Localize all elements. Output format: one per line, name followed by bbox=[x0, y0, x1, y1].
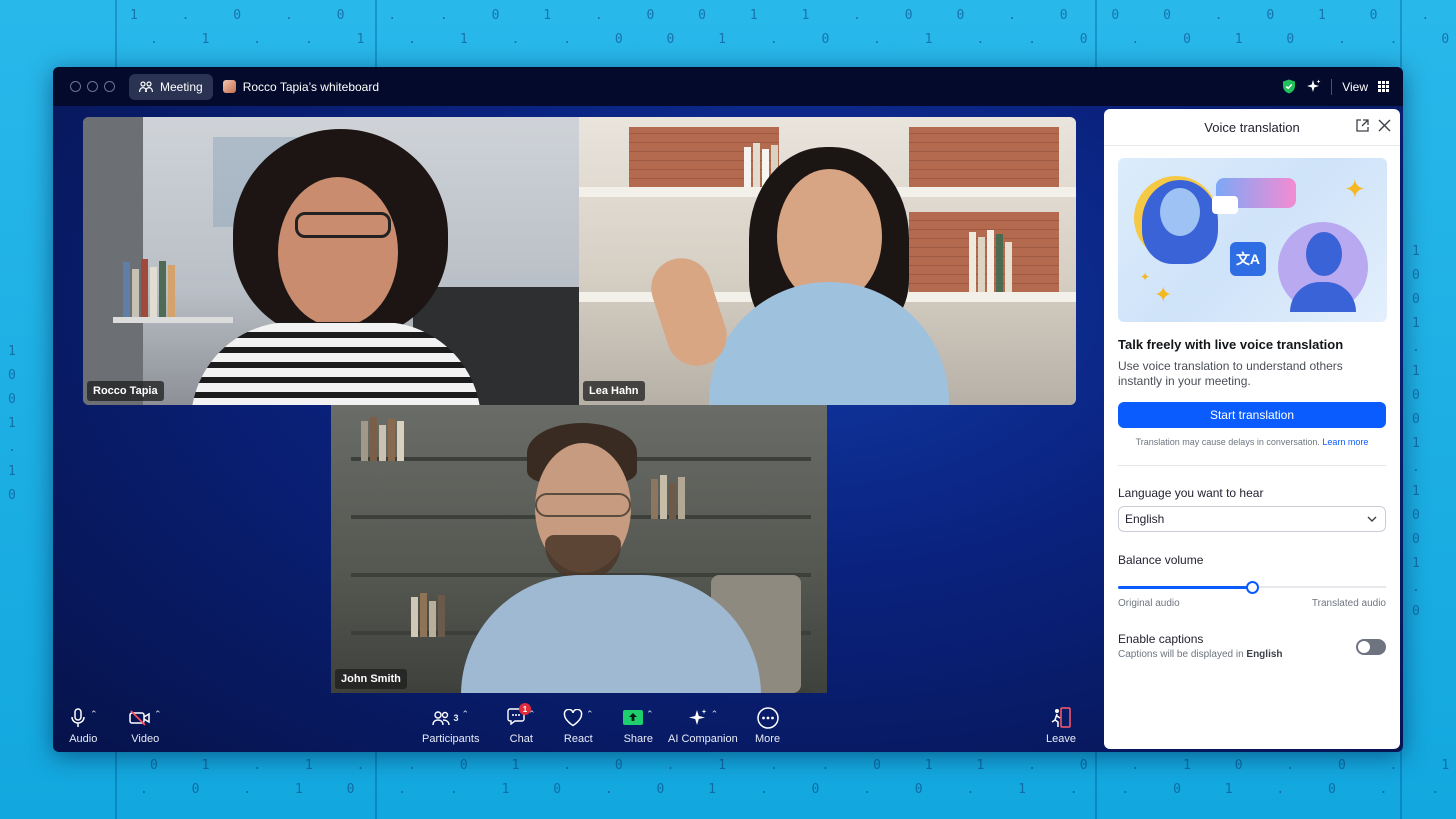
video-label: Video bbox=[131, 733, 160, 745]
close-icon[interactable] bbox=[1378, 119, 1391, 132]
meeting-tab[interactable]: Meeting bbox=[129, 73, 213, 100]
panel-title: Voice translation bbox=[1204, 119, 1300, 135]
language-label: Language you want to hear bbox=[1118, 486, 1264, 500]
grid-view-icon[interactable] bbox=[1378, 81, 1389, 92]
chat-button[interactable]: 1 ⌃ Chat bbox=[507, 703, 536, 745]
video-button[interactable]: ⌃ Video bbox=[129, 707, 162, 745]
language-select-value: English bbox=[1125, 512, 1165, 526]
whiteboard-owner-avatar bbox=[222, 80, 236, 93]
audio-label: Audio bbox=[69, 733, 98, 745]
share-options-chevron-icon[interactable]: ⌃ bbox=[646, 709, 654, 720]
voice-translation-illustration: 文A ✦ ✦ ✦ bbox=[1118, 158, 1387, 322]
start-translation-button[interactable]: Start translation bbox=[1118, 402, 1386, 428]
heart-icon bbox=[563, 709, 583, 727]
more-label: More bbox=[755, 733, 781, 745]
learn-more-link[interactable]: Learn more bbox=[1322, 437, 1368, 447]
share-button[interactable]: ⌃ Share bbox=[623, 707, 654, 745]
title-bar: Meeting Rocco Tapia’s whiteboard View bbox=[53, 67, 1403, 106]
slider-fill bbox=[1118, 586, 1252, 589]
close-window-button[interactable] bbox=[70, 81, 81, 92]
translation-note-text: Translation may cause delays in conversa… bbox=[1135, 437, 1320, 447]
ai-companion-sparkle-icon bbox=[688, 709, 707, 725]
leave-label: Leave bbox=[1046, 733, 1076, 745]
captions-language: English bbox=[1246, 649, 1283, 660]
more-options-icon bbox=[756, 707, 779, 729]
maximize-window-button[interactable] bbox=[104, 81, 115, 92]
video-tile-rocco-tapia[interactable]: Rocco Tapia bbox=[83, 117, 579, 405]
translation-note: Translation may cause delays in conversa… bbox=[1118, 437, 1386, 447]
chat-unread-badge: 1 bbox=[519, 703, 531, 715]
participants-options-chevron-icon[interactable]: ⌃ bbox=[461, 709, 469, 720]
whiteboard-tab[interactable]: Rocco Tapia’s whiteboard bbox=[222, 79, 380, 94]
participant-name-label: John Smith bbox=[335, 669, 407, 689]
meeting-window: Meeting Rocco Tapia’s whiteboard View Ro… bbox=[53, 67, 1403, 752]
video-options-chevron-icon[interactable]: ⌃ bbox=[154, 709, 162, 720]
audio-options-chevron-icon[interactable]: ⌃ bbox=[90, 709, 98, 720]
ai-companion-label: AI Companion bbox=[668, 733, 738, 745]
participant-name-label: Rocco Tapia bbox=[87, 381, 164, 401]
voice-translation-panel: Voice translation 文A ✦ ✦ ✦ Talk freely w… bbox=[1104, 109, 1400, 749]
divider bbox=[1118, 465, 1386, 466]
original-audio-label: Original audio bbox=[1118, 598, 1180, 609]
react-label: React bbox=[563, 733, 593, 745]
window-controls bbox=[70, 81, 115, 92]
security-shield-icon[interactable] bbox=[1282, 79, 1296, 94]
chat-label: Chat bbox=[509, 733, 533, 745]
participants-label: Participants bbox=[422, 733, 480, 745]
meeting-icon bbox=[139, 80, 153, 92]
language-select[interactable]: English bbox=[1118, 506, 1386, 532]
participants-button[interactable]: 3 ⌃ Participants bbox=[422, 707, 480, 746]
captions-label: Enable captions bbox=[1118, 632, 1204, 646]
participant-name-label: Lea Hahn bbox=[583, 381, 645, 401]
chevron-down-icon bbox=[1367, 516, 1377, 522]
video-tile-john-smith[interactable]: John Smith bbox=[331, 405, 827, 693]
whiteboard-tab-label: Rocco Tapia’s whiteboard bbox=[242, 79, 380, 94]
minimize-window-button[interactable] bbox=[87, 81, 98, 92]
meeting-tab-label: Meeting bbox=[160, 79, 203, 94]
captions-description-text: Captions will be displayed in bbox=[1118, 649, 1244, 660]
more-button[interactable]: More bbox=[755, 707, 780, 745]
panel-description: Use voice translation to understand othe… bbox=[1118, 359, 1343, 388]
translated-audio-label: Translated audio bbox=[1311, 598, 1386, 609]
participants-count: 3 bbox=[453, 713, 459, 723]
panel-heading: Talk freely with live voice translation bbox=[1118, 337, 1344, 352]
share-label: Share bbox=[623, 733, 653, 745]
react-button[interactable]: ⌃ React bbox=[563, 707, 594, 745]
balance-volume-slider[interactable] bbox=[1118, 581, 1386, 594]
leave-door-icon bbox=[1051, 707, 1071, 728]
ai-companion-button[interactable]: ⌃ AI Companion bbox=[668, 707, 738, 746]
balance-volume-label: Balance volume bbox=[1118, 553, 1204, 567]
microphone-icon bbox=[71, 708, 85, 727]
react-options-chevron-icon[interactable]: ⌃ bbox=[586, 709, 594, 720]
share-screen-icon bbox=[623, 709, 643, 725]
divider bbox=[1331, 78, 1333, 95]
view-menu-label[interactable]: View bbox=[1342, 80, 1368, 94]
meeting-toolbar: ⌃ Audio ⌃ Video 3 ⌃ Participants 1 ⌃ Cha… bbox=[53, 692, 1106, 752]
pop-out-icon[interactable] bbox=[1356, 119, 1369, 132]
participants-icon bbox=[432, 711, 451, 726]
slider-thumb[interactable] bbox=[1246, 581, 1259, 594]
captions-toggle[interactable] bbox=[1356, 639, 1386, 655]
audio-button[interactable]: ⌃ Audio bbox=[69, 707, 98, 745]
ai-sparkle-icon[interactable] bbox=[1306, 79, 1321, 94]
video-camera-off-icon bbox=[129, 710, 150, 726]
video-tile-lea-hahn[interactable]: Lea Hahn bbox=[579, 117, 1076, 405]
leave-button[interactable]: Leave bbox=[1046, 707, 1076, 745]
captions-description: Captions will be displayed in English bbox=[1118, 649, 1283, 660]
ai-companion-options-chevron-icon[interactable]: ⌃ bbox=[711, 709, 719, 720]
